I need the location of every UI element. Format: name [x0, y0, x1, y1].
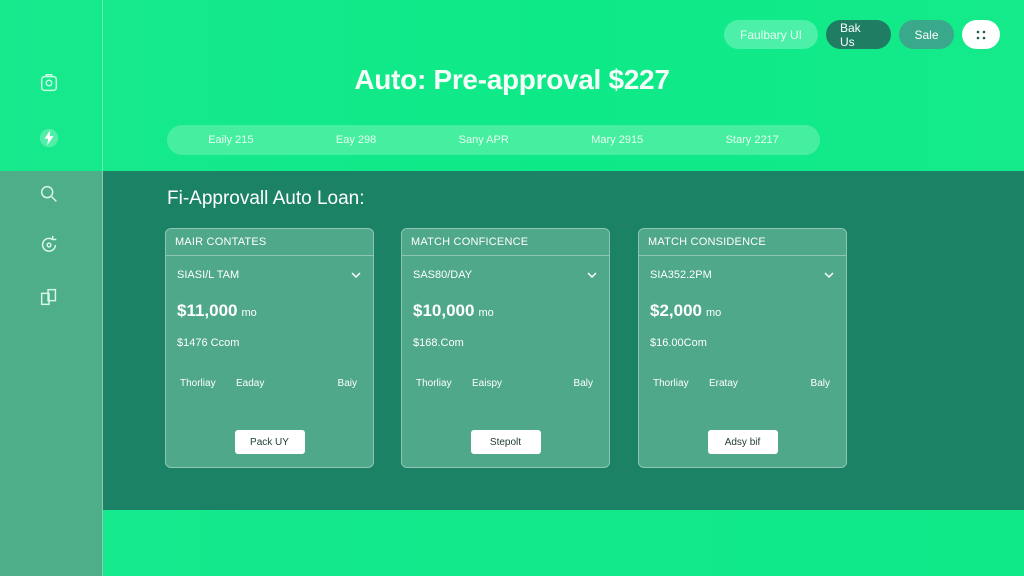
- chevron-down-icon: [587, 272, 597, 279]
- card-action-button[interactable]: Pack UY: [234, 430, 305, 454]
- tab-eaily[interactable]: Eaily 215: [198, 134, 263, 146]
- tab-bar: Eaily 215 Eay 298 Sany APR Mary 2915 Sta…: [167, 125, 820, 155]
- amount-unit: mo: [241, 307, 257, 319]
- amount-value: $11,000: [177, 301, 238, 320]
- card-terms-row: Thorliay Eaispy Baly: [416, 378, 593, 389]
- documents-icon[interactable]: [36, 284, 62, 310]
- card-amount: $10,000 mo: [413, 301, 494, 321]
- grid-icon: [976, 30, 986, 39]
- card-subtitle: SAS80/DAY: [413, 269, 473, 281]
- tab-eay[interactable]: Eay 298: [326, 134, 386, 146]
- card-dropdown[interactable]: SIA352.2PM: [650, 269, 835, 281]
- card-detail: $1476 Ccom: [177, 337, 240, 349]
- card-amount: $2,000 mo: [650, 301, 721, 321]
- card-terms-row: Thorliay Eratay Baly: [653, 378, 830, 389]
- bolt-icon[interactable]: [36, 125, 62, 151]
- card-action-button[interactable]: Adsy bif: [707, 430, 778, 454]
- card-terms-row: Thorliay Eaday Baiy: [180, 378, 357, 389]
- term-label: Eaispy: [472, 378, 503, 389]
- faulbary-button[interactable]: Faulbary UI: [724, 20, 818, 49]
- tab-stary[interactable]: Stary 2217: [716, 134, 789, 146]
- card-detail: $16.00Com: [650, 337, 707, 349]
- amount-unit: mo: [478, 307, 494, 319]
- card-dropdown[interactable]: SIASI/L TAM: [177, 269, 362, 281]
- card-detail: $168.Com: [413, 337, 464, 349]
- card-header: MATCH CONSIDENCE: [639, 229, 846, 256]
- card-subtitle: SIA352.2PM: [650, 269, 712, 281]
- amount-unit: mo: [706, 307, 722, 319]
- amount-value: $10,000: [413, 301, 475, 320]
- bottom-band: [103, 510, 1024, 576]
- term-label: Thorliay: [416, 378, 452, 389]
- term-label: Baly: [573, 378, 593, 389]
- card-header: MAIR CONTATES: [166, 229, 373, 256]
- amount-value: $2,000: [650, 301, 702, 320]
- card-amount: $11,000 mo: [177, 301, 257, 321]
- chevron-down-icon: [351, 272, 361, 279]
- chevron-down-icon: [824, 272, 834, 279]
- term-label: Eratay: [709, 378, 738, 389]
- term-label: Baly: [810, 378, 830, 389]
- term-label: Eaday: [236, 378, 265, 389]
- search-icon[interactable]: [36, 181, 62, 207]
- section-title: Fi-Approvall Auto Loan:: [167, 188, 365, 209]
- header-actions: Faulbary UI Bak Us Sale: [724, 20, 1000, 49]
- term-label: Thorliay: [180, 378, 216, 389]
- card-dropdown[interactable]: SAS80/DAY: [413, 269, 598, 281]
- sale-button[interactable]: Sale: [899, 20, 954, 49]
- card-subtitle: SIASI/L TAM: [177, 269, 240, 281]
- card-header: MATCH CONFICENCE: [402, 229, 609, 256]
- card-action-button[interactable]: Stepolt: [470, 430, 541, 454]
- loan-card: MAIR CONTATES SIASI/L TAM $11,000 mo $147…: [165, 228, 374, 468]
- term-label: Thorliay: [653, 378, 689, 389]
- loan-card: MATCH CONFICENCE SAS80/DAY $10,000 mo $16…: [401, 228, 610, 468]
- tab-mary[interactable]: Mary 2915: [581, 134, 653, 146]
- page-title: Auto: Pre-approval $227: [354, 64, 670, 95]
- loan-card: MATCH CONSIDENCE SIA352.2PM $2,000 mo $16…: [638, 228, 847, 468]
- refresh-icon[interactable]: [36, 232, 62, 258]
- tab-sany-apr[interactable]: Sany APR: [449, 134, 519, 146]
- term-label: Baiy: [337, 378, 357, 389]
- bak-us-button[interactable]: Bak Us: [826, 20, 891, 49]
- grid-menu-button[interactable]: [962, 20, 1000, 49]
